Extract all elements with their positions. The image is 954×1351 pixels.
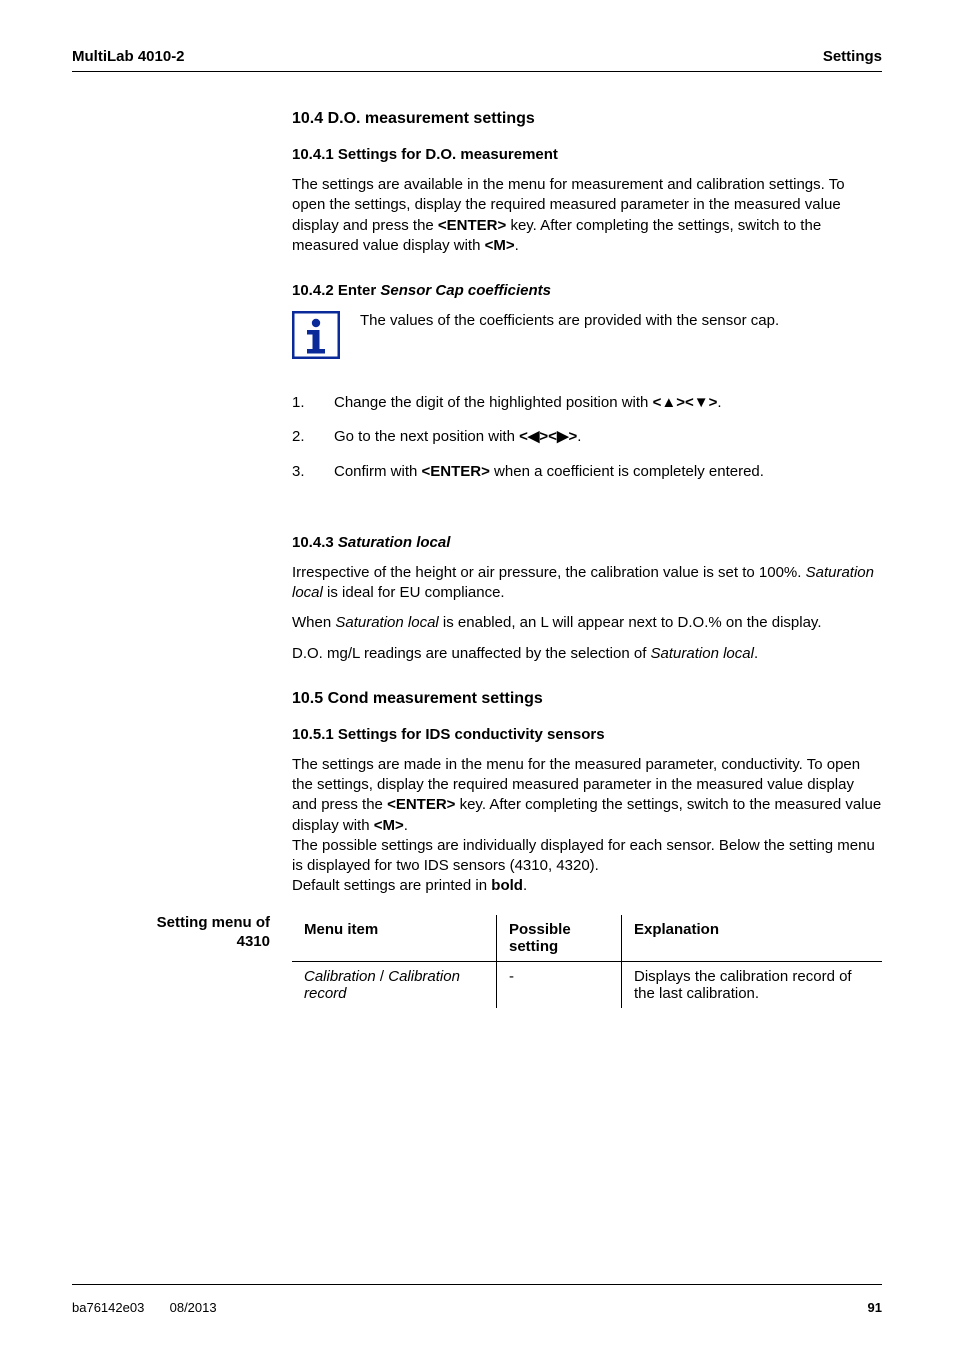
text-italic: Calibration <box>304 968 376 985</box>
keycap-enter: <ENTER> <box>387 796 455 813</box>
keycap-close: > <box>569 428 578 445</box>
running-footer: ba76142e03 08/2013 91 <box>72 1300 882 1315</box>
section-10-5-heading: 10.5 Cond measurement settings <box>292 690 882 708</box>
cell-menu-item: Calibration / Calibration record <box>292 961 497 1008</box>
arrow-down-icon: ▼ <box>694 394 709 411</box>
section-10-4-3-heading: 10.4.3 Saturation local <box>292 534 882 551</box>
text-fragment: . <box>754 645 758 662</box>
keycap-mid: >< <box>539 428 557 445</box>
text-italic: Saturation local <box>651 645 754 662</box>
steps-list: 1. Change the digit of the highlighted p… <box>292 393 882 482</box>
text-bold: bold <box>491 877 523 894</box>
step-number: 2. <box>292 427 308 447</box>
heading-italic: Sensor Cap coefficients <box>380 282 551 299</box>
arrow-up-icon: ▲ <box>661 394 676 411</box>
settings-table: Menu item Possible setting Explanation C… <box>292 915 882 1008</box>
section-10-4-2-heading: 10.4.2 Enter Sensor Cap coefficients <box>292 282 882 299</box>
runhead-right: Settings <box>823 48 882 65</box>
text-fragment: Irrespective of the height or air pressu… <box>292 564 806 581</box>
text-fragment: Default settings are printed in <box>292 877 491 894</box>
th-menu-item: Menu item <box>292 915 497 962</box>
para-10-4-3-c: D.O. mg/L readings are unaffected by the… <box>292 644 882 664</box>
info-icon <box>292 311 340 359</box>
arrow-right-icon: ▶ <box>557 428 569 445</box>
text-fragment: The possible settings are individually d… <box>292 837 875 874</box>
keycap-open: < <box>653 394 662 411</box>
cell-explanation: Displays the calibration record of the l… <box>622 961 883 1008</box>
para-10-5-1: The settings are made in the menu for th… <box>292 755 882 897</box>
table-row: Calibration / Calibration record - Displ… <box>292 961 882 1008</box>
para-10-4-3-b: When Saturation local is enabled, an L w… <box>292 613 882 633</box>
keycap-enter: <ENTER> <box>422 463 490 480</box>
info-note: The values of the coefficients are provi… <box>292 311 882 359</box>
text-fragment: . <box>515 237 519 254</box>
th-possible-setting: Possible setting <box>497 915 622 962</box>
step-text: Confirm with <ENTER> when a coefficient … <box>334 462 882 482</box>
runhead-left: MultiLab 4010-2 <box>72 48 185 65</box>
table-header-row: Menu item Possible setting Explanation <box>292 915 882 962</box>
step-number: 3. <box>292 462 308 482</box>
page-number: 91 <box>868 1300 882 1315</box>
section-10-4-1-heading: 10.4.1 Settings for D.O. measurement <box>292 146 882 163</box>
header-rule <box>72 71 882 72</box>
step-1: 1. Change the digit of the highlighted p… <box>292 393 882 413</box>
keycap-open: < <box>519 428 528 445</box>
text-fragment: when a coefficient is completely entered… <box>490 463 764 480</box>
side-label-line: Setting menu of <box>157 914 270 931</box>
step-text: Change the digit of the highlighted posi… <box>334 393 882 413</box>
th-explanation: Explanation <box>622 915 883 962</box>
step-number: 1. <box>292 393 308 413</box>
step-text: Go to the next position with <◀><▶>. <box>334 427 882 447</box>
arrow-left-icon: ◀ <box>528 428 540 445</box>
text-fragment: Change the digit of the highlighted posi… <box>334 394 653 411</box>
keycap-m: <M> <box>374 817 404 834</box>
text-fragment: is enabled, an L will appear next to D.O… <box>439 614 822 631</box>
section-10-5-1-heading: 10.5.1 Settings for IDS conductivity sen… <box>292 726 882 743</box>
para-10-4-1: The settings are available in the menu f… <box>292 175 882 256</box>
text-fragment: is ideal for EU compliance. <box>323 584 505 601</box>
para-10-4-3-a: Irrespective of the height or air pressu… <box>292 563 882 604</box>
text-fragment: D.O. mg/L readings are unaffected by the… <box>292 645 651 662</box>
text-fragment: . <box>717 394 721 411</box>
info-note-text: The values of the coefficients are provi… <box>360 311 882 331</box>
side-label-line: 4310 <box>237 933 270 950</box>
cell-possible-setting: - <box>497 961 622 1008</box>
text-fragment: . <box>577 428 581 445</box>
keycap-enter: <ENTER> <box>438 217 506 234</box>
keycap-m: <M> <box>485 237 515 254</box>
doc-date: 08/2013 <box>170 1300 217 1315</box>
heading-italic: Saturation local <box>338 534 451 551</box>
running-header: MultiLab 4010-2 Settings <box>72 48 882 65</box>
text-fragment: Confirm with <box>334 463 422 480</box>
text-italic: Saturation local <box>335 614 438 631</box>
side-label: Setting menu of 4310 <box>72 913 292 952</box>
section-10-4-heading: 10.4 D.O. measurement settings <box>292 110 882 128</box>
text-fragment: When <box>292 614 335 631</box>
step-2: 2. Go to the next position with <◀><▶>. <box>292 427 882 447</box>
runfoot-left: ba76142e03 08/2013 <box>72 1300 217 1315</box>
heading-prefix: 10.4.2 Enter <box>292 282 380 299</box>
footer-rule <box>72 1284 882 1285</box>
text-fragment: . <box>404 817 408 834</box>
doc-code: ba76142e03 <box>72 1300 144 1315</box>
text-fragment: / <box>376 968 389 985</box>
step-3: 3. Confirm with <ENTER> when a coefficie… <box>292 462 882 482</box>
settings-table-block: Setting menu of 4310 Menu item Possible … <box>72 913 882 1008</box>
keycap-mid: >< <box>676 394 694 411</box>
heading-prefix: 10.4.3 <box>292 534 338 551</box>
text-fragment: Go to the next position with <box>334 428 519 445</box>
text-fragment: . <box>523 877 527 894</box>
